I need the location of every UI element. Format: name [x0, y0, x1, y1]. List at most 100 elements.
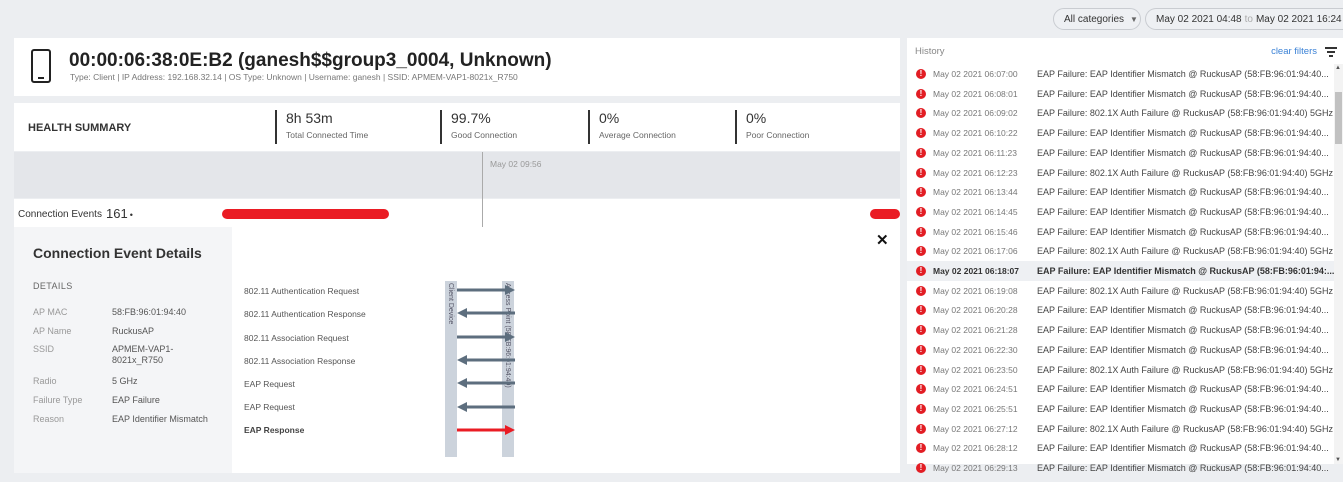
history-item-message: EAP Failure: 802.1X Auth Failure @ Rucku… [1037, 423, 1333, 434]
history-item[interactable]: May 02 2021 06:18:07 EAP Failure: EAP Ide… [907, 261, 1335, 281]
history-item-message: EAP Failure: EAP Identifier Mismatch @ R… [1037, 226, 1329, 237]
connection-events-label: Connection Events [18, 209, 102, 220]
history-item-time: May 02 2021 06:28:12 [933, 443, 1018, 454]
metric-value: 0% [746, 110, 767, 126]
metric-value: 0% [599, 110, 620, 126]
history-item-message: EAP Failure: 802.1X Auth Failure @ Rucku… [1037, 167, 1333, 178]
history-item[interactable]: May 02 2021 06:09:02 EAP Failure: 802.1X … [907, 103, 1335, 123]
history-item[interactable]: May 02 2021 06:27:12 EAP Failure: 802.1X … [907, 419, 1335, 439]
history-item-time: May 02 2021 06:07:00 [933, 69, 1018, 79]
error-icon [916, 403, 926, 415]
history-item[interactable]: May 02 2021 06:19:08 EAP Failure: 802.1X … [907, 281, 1335, 301]
history-item[interactable]: May 02 2021 06:20:28 EAP Failure: EAP Ide… [907, 300, 1335, 320]
metric-value: 99.7% [451, 110, 491, 126]
step-label: EAP Response [244, 425, 305, 435]
history-item-time: May 02 2021 06:11:23 [933, 147, 1017, 158]
history-item[interactable]: May 02 2021 06:21:28 EAP Failure: EAP Ide… [907, 320, 1335, 340]
history-item-message: EAP Failure: EAP Identifier Mismatch @ R… [1037, 128, 1329, 139]
connection-event-details-panel: Connection Event Details DETAILS AP MAC … [14, 227, 900, 473]
error-icon [916, 304, 926, 316]
history-item-time: May 02 2021 06:08:01 [933, 88, 1018, 99]
scroll-up-icon[interactable]: ▲ [1335, 65, 1341, 71]
close-icon[interactable]: ✕ [876, 231, 889, 249]
history-item-time: May 02 2021 06:10:22 [933, 128, 1018, 139]
scrollbar-thumb[interactable] [1335, 92, 1342, 144]
detail-key: Radio [33, 376, 57, 386]
arrow-left-icon [457, 355, 515, 365]
date-range-dropdown[interactable]: May 02 2021 04:48 to May 02 2021 16:24 ▼ [1145, 8, 1343, 30]
history-item[interactable]: May 02 2021 06:12:23 EAP Failure: 802.1X … [907, 163, 1335, 183]
health-summary: HEALTH SUMMARY 8h 53m Total Connected Ti… [14, 103, 900, 151]
metric-label: Good Connection [451, 130, 518, 140]
history-item-message: EAP Failure: EAP Identifier Mismatch @ R… [1037, 403, 1329, 414]
history-item[interactable]: May 02 2021 06:07:00 EAP Failure: EAP Ide… [907, 64, 1335, 84]
connection-event-bar[interactable] [870, 209, 900, 219]
history-item[interactable]: May 02 2021 06:24:51 EAP Failure: EAP Ide… [907, 379, 1335, 399]
history-item[interactable]: May 02 2021 06:15:46 EAP Failure: EAP Ide… [907, 222, 1335, 242]
timeline-marker-line [482, 152, 483, 227]
metric-value: 8h 53m [286, 110, 333, 126]
history-item-time: May 02 2021 06:24:51 [933, 384, 1018, 395]
detail-key: Failure Type [33, 395, 83, 405]
filter-icon[interactable] [1325, 47, 1337, 57]
error-icon [916, 364, 926, 376]
phone-icon [31, 49, 51, 83]
detail-value: RuckusAP [112, 326, 155, 336]
detail-value: APMEM-VAP1-8021x_R750 [112, 344, 174, 365]
clear-filters-link[interactable]: clear filters [1271, 46, 1317, 57]
metric-label: Poor Connection [746, 130, 810, 140]
history-item-message: EAP Failure: EAP Identifier Mismatch @ R… [1037, 187, 1329, 198]
step-label: 802.11 Association Request [244, 333, 349, 343]
detail-key: AP MAC [33, 307, 68, 317]
client-title: 00:00:06:38:0E:B2 (ganesh$$group3_0004, … [69, 50, 552, 71]
metric-poor-connection: 0% Poor Connection [735, 110, 809, 144]
arrow-left-icon [457, 402, 515, 412]
arrow-right-icon [457, 285, 515, 295]
step-label: 802.11 Association Response [244, 356, 356, 366]
connection-event-bar[interactable] [222, 209, 389, 219]
arrow-right-icon [457, 425, 515, 435]
history-item[interactable]: May 02 2021 06:25:51 EAP Failure: EAP Ide… [907, 399, 1335, 419]
history-item-message: EAP Failure: EAP Identifier Mismatch @ R… [1037, 463, 1329, 473]
history-scrollbar[interactable]: ▲ ▼ [1334, 64, 1343, 464]
history-item-message: EAP Failure: EAP Identifier Mismatch @ R… [1037, 69, 1329, 79]
category-filter-dropdown[interactable]: All categories ▼ [1053, 8, 1141, 30]
step-label: 802.11 Authentication Response [244, 309, 366, 319]
history-item[interactable]: May 02 2021 06:23:50 EAP Failure: 802.1X … [907, 360, 1335, 380]
history-item-message: EAP Failure: EAP Identifier Mismatch @ R… [1037, 206, 1329, 217]
error-icon [916, 186, 926, 198]
history-item[interactable]: May 02 2021 06:17:06 EAP Failure: 802.1X … [907, 241, 1335, 261]
history-item[interactable]: May 02 2021 06:08:01 EAP Failure: EAP Ide… [907, 84, 1335, 104]
metric-total-connected-time: 8h 53m Total Connected Time [275, 110, 368, 144]
metric-good-connection: 99.7% Good Connection [440, 110, 517, 144]
error-icon [916, 68, 926, 80]
history-item-time: May 02 2021 06:13:44 [933, 187, 1018, 198]
history-item[interactable]: May 02 2021 06:11:23 EAP Failure: EAP Ide… [907, 143, 1335, 163]
history-item-time: May 02 2021 06:29:13 [933, 463, 1018, 473]
scroll-down-icon[interactable]: ▼ [1335, 457, 1341, 463]
metric-label: Average Connection [599, 130, 676, 140]
error-icon [916, 383, 926, 395]
history-item[interactable]: May 02 2021 06:28:12 EAP Failure: EAP Ide… [907, 438, 1335, 458]
history-item[interactable]: May 02 2021 06:14:45 EAP Failure: EAP Ide… [907, 202, 1335, 222]
error-icon [916, 324, 926, 336]
client-device-lane-label: Client Device [447, 283, 454, 325]
history-item-time: May 02 2021 06:21:28 [933, 325, 1018, 336]
history-item-message: EAP Failure: EAP Identifier Mismatch @ R… [1037, 443, 1329, 454]
history-item[interactable]: May 02 2021 06:10:22 EAP Failure: EAP Ide… [907, 123, 1335, 143]
history-item-message: EAP Failure: 802.1X Auth Failure @ Rucku… [1037, 246, 1333, 257]
step-label: EAP Request [244, 402, 295, 412]
detail-value: EAP Identifier Mismatch [112, 414, 208, 424]
history-item-time: May 02 2021 06:18:07 [933, 266, 1020, 276]
history-item[interactable]: May 02 2021 06:22:30 EAP Failure: EAP Ide… [907, 340, 1335, 360]
history-panel: History clear filters May 02 2021 06:07:… [907, 38, 1343, 474]
metric-label: Total Connected Time [286, 130, 369, 140]
details-section-label: DETAILS [33, 281, 73, 291]
arrow-left-icon [457, 308, 515, 318]
history-item-message: EAP Failure: EAP Identifier Mismatch @ R… [1037, 147, 1329, 158]
history-item[interactable]: May 02 2021 06:29:13 EAP Failure: EAP Ide… [907, 458, 1335, 478]
timeline-area[interactable] [14, 152, 900, 198]
history-item[interactable]: May 02 2021 06:13:44 EAP Failure: EAP Ide… [907, 182, 1335, 202]
history-title: History [915, 46, 945, 57]
history-item-message: EAP Failure: EAP Identifier Mismatch @ R… [1037, 344, 1329, 355]
